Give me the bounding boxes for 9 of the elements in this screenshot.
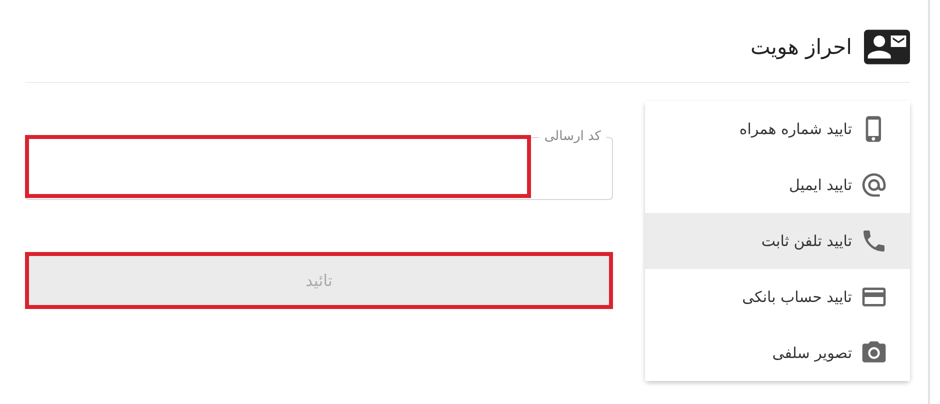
menu-item[interactable]: تایید تلفن ثابت (645, 213, 910, 269)
code-field[interactable]: کد ارسالی (25, 128, 613, 200)
at-sign-icon (860, 171, 888, 199)
menu-item[interactable]: تایید شماره همراه (645, 101, 910, 157)
page-title: احراز هویت (750, 35, 852, 59)
menu-item[interactable]: تایید حساب بانکی (645, 269, 910, 325)
menu-item[interactable]: تایید ایمیل (645, 157, 910, 213)
menu-item[interactable]: تصویر سلفی (645, 325, 910, 381)
field-label: کد ارسالی (543, 128, 602, 146)
